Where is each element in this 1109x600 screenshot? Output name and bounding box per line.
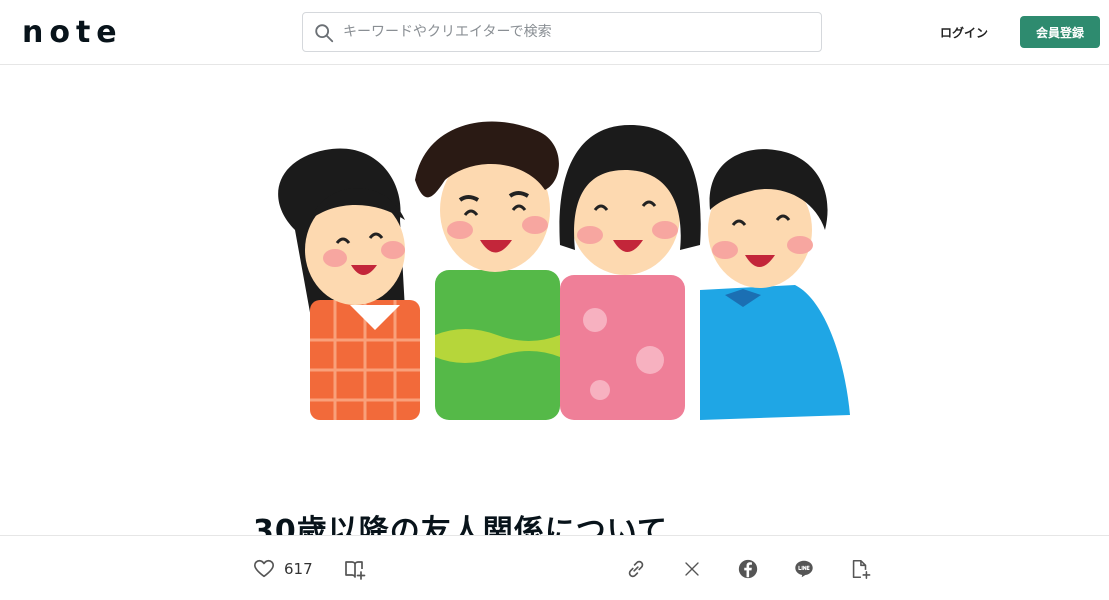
search-icon bbox=[315, 24, 334, 43]
friend-1 bbox=[278, 148, 420, 420]
friend-3 bbox=[559, 125, 701, 420]
heart-icon bbox=[254, 559, 274, 578]
action-bar: 617 bbox=[0, 535, 1109, 600]
signup-button[interactable]: 会員登録 bbox=[1020, 16, 1100, 48]
facebook-icon bbox=[738, 559, 758, 579]
search-box[interactable] bbox=[302, 12, 822, 52]
copy-link-button[interactable] bbox=[623, 556, 649, 582]
note-add-icon bbox=[852, 559, 871, 579]
link-icon bbox=[628, 560, 644, 578]
line-icon bbox=[795, 560, 813, 578]
hero-image bbox=[278, 121, 850, 420]
add-to-magazine-button[interactable] bbox=[342, 556, 368, 582]
note-logo[interactable]: note bbox=[22, 16, 124, 48]
friend-4 bbox=[700, 149, 850, 420]
like-button[interactable] bbox=[251, 556, 277, 582]
share-facebook-button[interactable] bbox=[735, 556, 761, 582]
like-count: 617 bbox=[284, 560, 313, 578]
embed-note-button[interactable] bbox=[847, 556, 873, 582]
magazine-add-icon bbox=[345, 561, 366, 580]
friend-2 bbox=[415, 121, 560, 420]
search-input[interactable] bbox=[343, 13, 813, 51]
svg-text:note: note bbox=[22, 16, 123, 48]
share-x-button[interactable] bbox=[679, 556, 705, 582]
login-button[interactable]: ログイン bbox=[928, 17, 1000, 47]
share-line-button[interactable] bbox=[791, 556, 817, 582]
site-header: note ログイン 会員登録 bbox=[0, 0, 1109, 65]
x-icon bbox=[685, 562, 699, 576]
